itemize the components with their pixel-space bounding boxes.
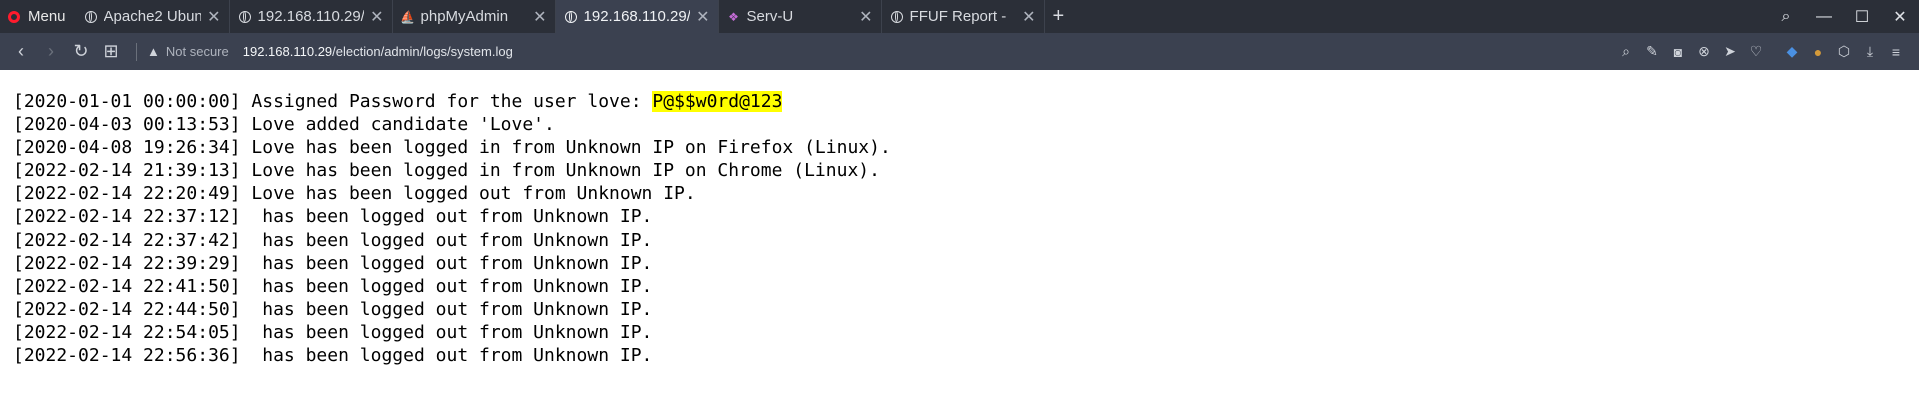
servu-icon: ❖: [728, 9, 739, 24]
tab-grid-icon[interactable]: ⊞: [96, 41, 126, 62]
cube-icon[interactable]: ⬡: [1831, 43, 1857, 60]
log-line: [2022-02-14 22:20:49] Love has been logg…: [13, 183, 696, 205]
search-tabs-icon[interactable]: ⌕: [1767, 8, 1805, 26]
tab-apache2[interactable]: Apache2 Ubuntu Defa ✕: [76, 0, 230, 33]
log-line: [2022-02-14 22:56:36] has been logged ou…: [13, 345, 653, 367]
globe-icon: [84, 10, 98, 24]
tab-serv-u[interactable]: ❖ Serv-U ✕: [719, 0, 882, 33]
security-indicator[interactable]: ▲ Not secure: [147, 44, 229, 59]
minimize-icon[interactable]: —: [1805, 8, 1843, 26]
extension-wappalyzer-icon[interactable]: ◆: [1779, 43, 1805, 60]
log-line: [2020-04-08 19:26:34] Love has been logg…: [13, 137, 891, 159]
log-line: [2020-01-01 00:00:00] Assigned Password …: [13, 90, 891, 113]
separator: [136, 42, 137, 61]
address-bar: ‹ › ↻ ⊞ ▲ Not secure 192.168.110.29/elec…: [0, 33, 1919, 70]
reload-icon[interactable]: ↻: [66, 41, 96, 62]
tab-title: phpMyAdmin: [420, 8, 509, 25]
close-tab-icon[interactable]: ✕: [370, 7, 383, 27]
globe-icon: [238, 10, 252, 24]
close-window-icon[interactable]: ✕: [1881, 7, 1919, 27]
log-line: [2022-02-14 22:54:05] has been logged ou…: [13, 321, 653, 343]
opera-menu-button[interactable]: Menu: [0, 0, 76, 33]
tab-title: 192.168.110.29/websh: [257, 8, 365, 25]
tab-phpmyadmin[interactable]: ⛵ phpMyAdmin ✕: [393, 0, 556, 33]
tab-ffuf-report[interactable]: FFUF Report - ✕: [882, 0, 1045, 33]
edit-icon[interactable]: ✎: [1639, 43, 1665, 60]
url-path: /election/admin/logs/system.log: [332, 44, 513, 59]
log-line: [2022-02-14 22:41:50] has been logged ou…: [13, 275, 653, 297]
close-tab-icon[interactable]: ✕: [696, 7, 709, 27]
download-icon[interactable]: ⤓: [1857, 43, 1883, 60]
tab-webshell[interactable]: 192.168.110.29/websh ✕: [230, 0, 393, 33]
forward-icon[interactable]: ›: [36, 41, 66, 62]
tab-bar: Menu Apache2 Ubuntu Defa ✕ 192.168.110.2…: [0, 0, 1919, 33]
close-tab-icon[interactable]: ✕: [533, 7, 546, 27]
globe-icon: [564, 10, 578, 24]
tab-election-system-log[interactable]: 192.168.110.29/electic ✕: [555, 0, 719, 33]
log-line: [2022-02-14 21:39:13] Love has been logg…: [13, 160, 880, 182]
block-icon[interactable]: ⊗: [1691, 43, 1717, 60]
log-line: [2020-04-03 00:13:53] Love added candida…: [13, 114, 555, 136]
window-controls: ⌕ — ☐ ✕: [1767, 0, 1919, 33]
menu-label: Menu: [28, 8, 66, 25]
camera-icon[interactable]: ◙: [1665, 44, 1691, 60]
log-text: [2020-01-01 00:00:00] Assigned Password …: [13, 91, 653, 112]
log-line: [2022-02-14 22:37:12] has been logged ou…: [13, 206, 653, 228]
toolbar-icons: ⌕ ✎ ◙ ⊗ ➤ ♡ ◆ ● ⬡ ⤓ ≡: [1613, 33, 1909, 70]
heart-icon[interactable]: ♡: [1743, 43, 1769, 60]
tab-title: Apache2 Ubuntu Defa: [103, 8, 202, 25]
new-tab-button[interactable]: +: [1045, 5, 1073, 28]
highlighted-password: P@$$w0rd@123: [652, 91, 783, 112]
globe-icon: [890, 10, 904, 24]
search-page-icon[interactable]: ⌕: [1613, 43, 1639, 60]
send-icon[interactable]: ➤: [1717, 43, 1743, 60]
log-line: [2022-02-14 22:44:50] has been logged ou…: [13, 298, 653, 320]
close-tab-icon[interactable]: ✕: [859, 7, 872, 27]
url-host: 192.168.110.29: [242, 44, 333, 59]
close-tab-icon[interactable]: ✕: [207, 7, 220, 27]
maximize-icon[interactable]: ☐: [1843, 7, 1881, 27]
log-line: [2022-02-14 22:39:29] has been logged ou…: [13, 252, 653, 274]
cookie-icon[interactable]: ●: [1805, 44, 1831, 60]
tab-title: Serv-U: [746, 8, 794, 25]
tab-title: 192.168.110.29/electic: [583, 8, 691, 25]
back-icon[interactable]: ‹: [6, 41, 36, 62]
phpmyadmin-icon: ⛵: [400, 9, 416, 24]
system-log: [2020-01-01 00:00:00] Assigned Password …: [13, 90, 891, 367]
url-field[interactable]: 192.168.110.29/election/admin/logs/syste…: [243, 44, 513, 59]
not-secure-label: Not secure: [165, 44, 229, 59]
tab-title: FFUF Report -: [909, 8, 1007, 25]
warning-icon: ▲: [147, 44, 160, 59]
close-tab-icon[interactable]: ✕: [1022, 7, 1035, 27]
page-content: [2020-01-01 00:00:00] Assigned Password …: [0, 70, 1919, 401]
easy-setup-icon[interactable]: ≡: [1883, 44, 1909, 60]
log-line: [2022-02-14 22:37:42] has been logged ou…: [13, 229, 653, 251]
opera-logo-icon: [8, 10, 20, 23]
